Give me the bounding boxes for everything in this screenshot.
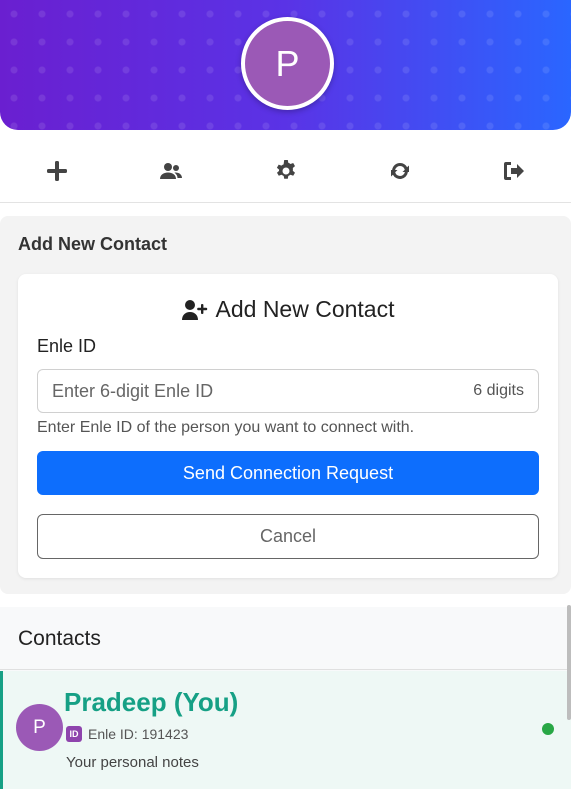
id-card-icon: ID: [66, 726, 82, 742]
contacts-section: Contacts P Pradeep (You) ID Enle ID: 191…: [0, 607, 571, 789]
card-title-text: Add New Contact: [215, 296, 395, 322]
plus-icon: [47, 161, 68, 181]
enle-id-input-group: 6 digits: [37, 369, 539, 413]
user-plus-icon: [181, 299, 207, 320]
add-contact-card: Add New Contact Enle ID 6 digits Enter E…: [18, 274, 558, 578]
contact-id: ID Enle ID: 191423: [66, 726, 188, 742]
refresh-icon: [390, 163, 409, 179]
avatar: P: [16, 704, 63, 751]
add-contact-panel: Add New Contact Add New Contact Enle ID …: [0, 216, 571, 594]
card-title: Add New Contact: [18, 296, 558, 323]
scrollbar[interactable]: [567, 605, 571, 720]
enle-id-input[interactable]: [38, 370, 474, 412]
contacts-button[interactable]: [114, 140, 228, 202]
avatar-initial: P: [33, 716, 46, 738]
panel-title: Add New Contact: [18, 234, 168, 254]
help-text: Enter Enle ID of the person you want to …: [37, 419, 415, 436]
profile-avatar-initial: P: [275, 42, 300, 84]
users-icon: [160, 163, 183, 179]
gear-icon: [276, 160, 295, 179]
profile-avatar[interactable]: P: [241, 17, 334, 110]
contact-id-text: Enle ID: 191423: [88, 726, 189, 742]
logout-icon: [503, 162, 524, 180]
contacts-title: Contacts: [18, 627, 101, 650]
contact-name: Pradeep (You): [64, 687, 239, 717]
profile-header: P: [0, 0, 571, 130]
action-toolbar: [0, 140, 571, 203]
contacts-header: Contacts: [0, 607, 571, 670]
online-status-icon: [542, 723, 554, 735]
enle-id-label: Enle ID: [37, 336, 97, 356]
logout-button[interactable]: [457, 140, 571, 202]
add-contact-button[interactable]: [0, 140, 114, 202]
refresh-button[interactable]: [343, 140, 457, 202]
settings-button[interactable]: [228, 140, 342, 202]
send-connection-request-button[interactable]: Send Connection Request: [37, 451, 539, 495]
cancel-button[interactable]: Cancel: [37, 514, 539, 559]
list-item[interactable]: P Pradeep (You) ID Enle ID: 191423 Your …: [0, 671, 571, 789]
digits-hint: 6 digits: [473, 382, 524, 399]
contact-note: Your personal notes: [66, 754, 199, 771]
